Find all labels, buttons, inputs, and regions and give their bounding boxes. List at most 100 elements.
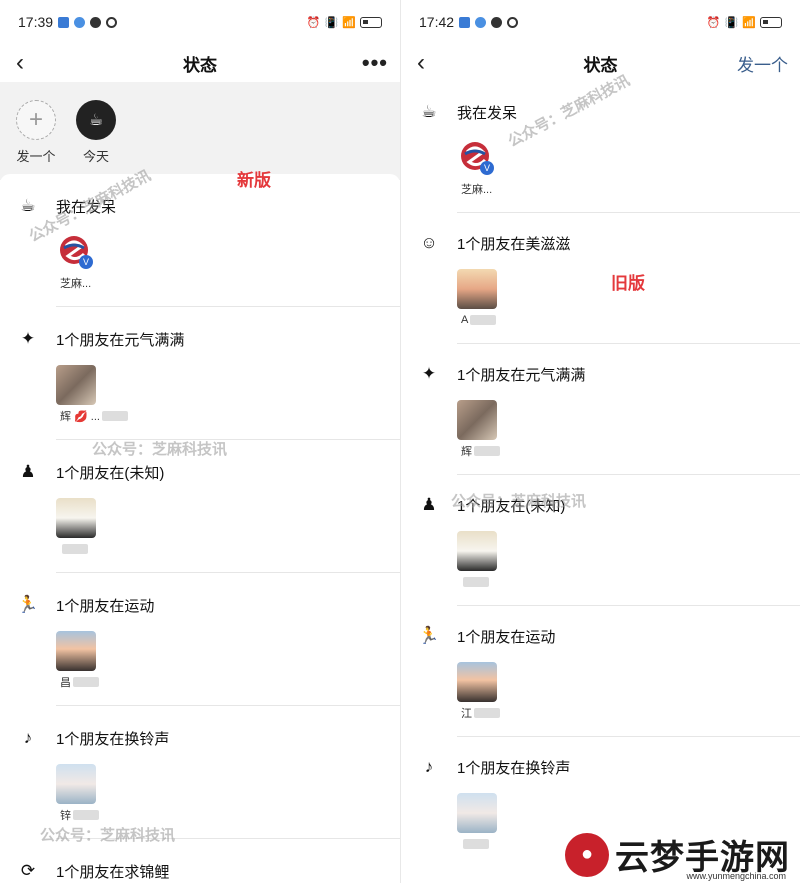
status-group[interactable]: ♪ 1个朋友在换铃声锌 [0, 706, 400, 822]
koi-icon: ⟳ [20, 861, 36, 880]
status-title: 1个朋友在元气满满 [457, 366, 586, 384]
status-group[interactable]: 🏃 1个朋友在运动江 [401, 606, 800, 720]
old-version-panel: 17:42 ⏰ 📳 📶 ‹ 状态 发一个 旧版 ☕ 我在发呆 V 芝麻... ☺ 1个朋友… [400, 0, 800, 883]
running-icon: 🏃 [17, 595, 39, 614]
friend-entry[interactable]: 昌 [18, 617, 400, 689]
status-group-header: ☕ 我在发呆 [18, 194, 400, 218]
svg-text:V: V [83, 257, 89, 267]
status-list: 新版 ☕ 我在发呆 V 芝麻... ✦ 1个朋友在元气满满辉 💋 ... ♟ 1个朋友在(未知… [0, 171, 400, 883]
back-icon[interactable]: ‹ [413, 51, 429, 75]
status-title: 我在发呆 [457, 104, 518, 122]
friend-name: A [461, 314, 469, 326]
status-group-header: ♪ 1个朋友在换铃声 [419, 755, 800, 779]
friend-name: 辉 [461, 446, 472, 458]
avatar[interactable] [457, 793, 497, 833]
friend-entry[interactable]: 锌 [18, 750, 400, 822]
avatar[interactable]: V [56, 232, 96, 272]
app-icon [459, 16, 471, 28]
message-icon [90, 16, 102, 28]
blurred-name [474, 446, 500, 456]
friend-name: 芝麻... [60, 278, 92, 290]
svg-text:V: V [484, 163, 490, 173]
vibrate-icon: 📳 [724, 16, 739, 29]
person-icon: ♟ [421, 495, 437, 514]
time: 17:42 [419, 14, 455, 30]
status-title: 我在发呆 [56, 198, 117, 216]
avatar[interactable] [457, 400, 497, 440]
status-group[interactable]: ☕ 我在发呆 V 芝麻... [0, 174, 400, 290]
blurred-name [463, 577, 489, 587]
status-group-header: ♟ 1个朋友在(未知) [419, 493, 800, 517]
blurred-name [73, 810, 99, 820]
daze-icon: ☕ [421, 102, 437, 121]
avatar[interactable]: V [457, 138, 497, 178]
blurred-name [463, 839, 489, 849]
status-group[interactable]: 🏃 1个朋友在运动昌 [0, 573, 400, 689]
version-label: 新版 [237, 171, 271, 190]
battery-icon [360, 16, 382, 28]
running-icon: 🏃 [418, 626, 440, 645]
quick-bar: + 发一个 ☕ 今天 [0, 82, 400, 180]
status-group[interactable]: ⟳ 1个朋友在求锦鲤 [0, 839, 400, 883]
today-label: 今天 [82, 149, 109, 164]
status-group[interactable]: ✦ 1个朋友在元气满满辉 💋 ... [0, 307, 400, 423]
energetic-icon: ✦ [20, 329, 36, 348]
friend-entry[interactable]: 辉 [419, 386, 800, 458]
status-group-header: ✦ 1个朋友在元气满满 [419, 362, 800, 386]
friend-entry[interactable] [18, 484, 400, 556]
blurred-name [73, 677, 99, 687]
page-title: 状态 [183, 55, 217, 75]
alarm-icon [106, 16, 118, 28]
status-title: 1个朋友在换铃声 [56, 730, 170, 748]
avatar[interactable] [56, 498, 96, 538]
status-group[interactable]: ♟ 1个朋友在(未知) [0, 440, 400, 556]
status-title: 1个朋友在(未知) [56, 464, 165, 482]
nav-bar: ‹ 状态 ••• [0, 44, 400, 82]
status-title: 1个朋友在求锦鲤 [56, 863, 170, 881]
status-group-header: ♟ 1个朋友在(未知) [18, 460, 400, 484]
avatar[interactable] [56, 764, 96, 804]
avatar-name [457, 575, 800, 589]
time: 17:39 [18, 14, 54, 30]
status-group-header: 🏃 1个朋友在运动 [17, 593, 400, 617]
avatar[interactable] [56, 631, 96, 671]
logo-mark-icon: ● [565, 832, 609, 877]
friend-entry[interactable]: 江 [419, 648, 800, 720]
status-group[interactable]: ☺ 1个朋友在美滋滋 A [401, 213, 800, 327]
friend-name: 芝麻... [461, 184, 493, 196]
friend-entry[interactable]: V 芝麻... [419, 124, 800, 196]
wifi-icon: 📶 [742, 16, 756, 29]
status-bar: 17:42 ⏰ 📳 📶 [401, 0, 800, 44]
more-icon[interactable]: ••• [362, 50, 388, 76]
status-group-header: ☺ 1个朋友在美滋滋 [419, 231, 800, 255]
alarm-icon: ⏰ [306, 16, 321, 29]
today-status-button[interactable]: ☕ 今天 [76, 100, 116, 180]
friend-entry[interactable]: 辉 💋 ... [18, 351, 400, 423]
avatar[interactable] [457, 269, 497, 309]
avatar[interactable] [457, 531, 497, 571]
friend-entry[interactable]: V 芝麻... [18, 218, 400, 290]
status-title: 1个朋友在(未知) [457, 497, 566, 515]
globe-icon [475, 16, 487, 28]
blurred-name [62, 544, 88, 554]
status-group[interactable]: ♟ 1个朋友在(未知) [401, 475, 800, 589]
avatar-name [56, 542, 400, 556]
publish-status-button[interactable]: + 发一个 [16, 100, 56, 180]
friend-name: 江 [461, 708, 472, 720]
avatar[interactable] [457, 662, 497, 702]
publish-button[interactable]: 发一个 [737, 51, 788, 76]
status-group-header: ⟳ 1个朋友在求锦鲤 [18, 859, 400, 883]
vibrate-icon: 📳 [324, 16, 339, 29]
friend-entry[interactable]: A [419, 255, 800, 327]
battery-icon [760, 16, 782, 28]
back-icon[interactable]: ‹ [12, 51, 28, 75]
friend-entry[interactable] [419, 517, 800, 589]
status-group[interactable]: ☕ 我在发呆 V 芝麻... [401, 82, 800, 196]
message-icon [491, 16, 503, 28]
status-group[interactable]: ✦ 1个朋友在元气满满辉 [401, 344, 800, 458]
friend-name: 锌 [60, 810, 71, 822]
wifi-icon: 📶 [342, 16, 356, 29]
new-version-panel: 17:39 ⏰ 📳 📶 ‹ 状态 ••• + 发一个 ☕ 今天 新版 ☕ 我在发呆… [0, 0, 400, 883]
status-group-header: 🏃 1个朋友在运动 [418, 624, 800, 648]
avatar[interactable] [56, 365, 96, 405]
